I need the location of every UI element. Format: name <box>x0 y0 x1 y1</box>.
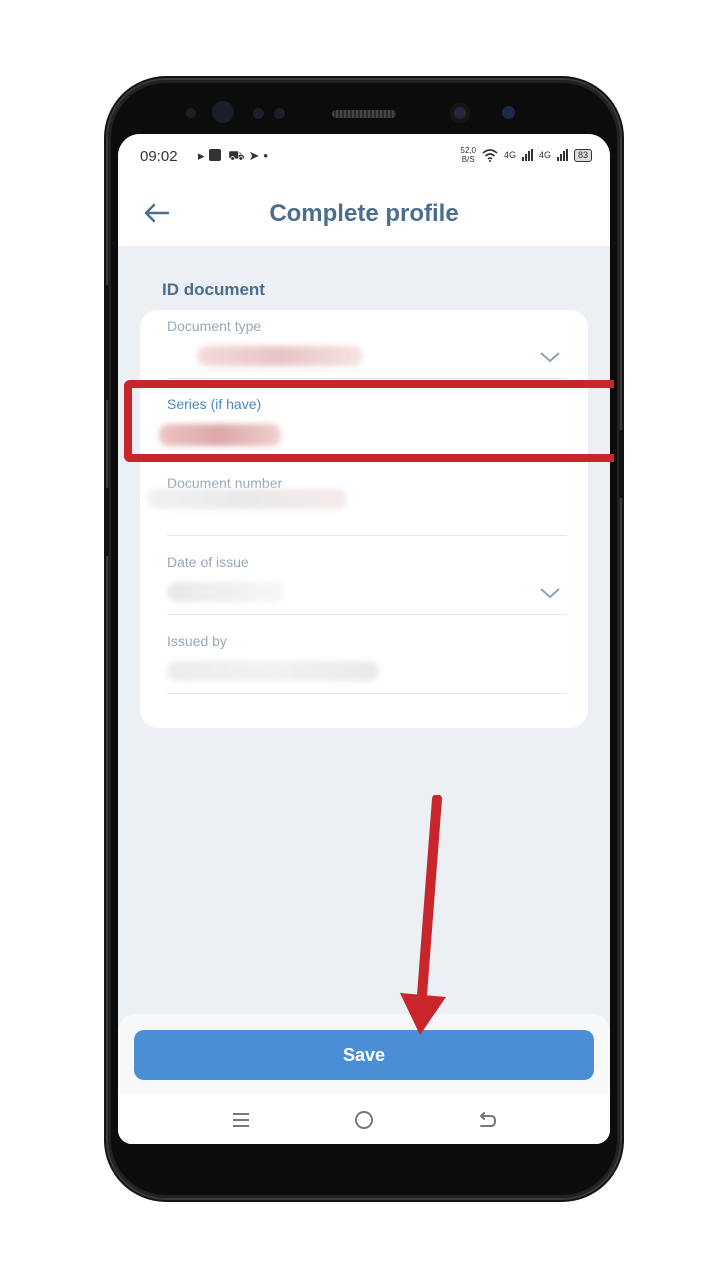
net-speed-unit: B/S <box>461 155 475 164</box>
net-speed-value: 52,0 <box>460 146 476 155</box>
chevron-down-icon[interactable] <box>539 350 561 364</box>
sensor-icon <box>186 108 196 118</box>
wifi-icon <box>482 148 498 162</box>
field-label: Document type <box>167 318 262 334</box>
sensor-icon <box>253 108 264 119</box>
signal-1-label: 4G <box>503 150 516 160</box>
system-nav-bar <box>118 1094 610 1144</box>
field-underline <box>167 693 567 694</box>
cart-icon: ⛟ <box>228 148 249 163</box>
signal-2-label: 4G <box>538 150 551 160</box>
telegram-icon: ➤ <box>248 148 264 163</box>
section-title: ID document <box>162 280 265 299</box>
field-underline <box>167 378 567 379</box>
power-button <box>619 430 624 498</box>
signal-bars-icon <box>556 149 568 161</box>
front-sensor-icon <box>502 106 515 119</box>
date-of-issue-select[interactable]: Date of issue <box>167 554 567 618</box>
redacted-value <box>147 489 347 509</box>
app-bar: Complete profile <box>118 178 610 246</box>
chevron-down-icon[interactable] <box>539 586 561 600</box>
document-number-input[interactable]: Document number <box>147 475 567 539</box>
volume-button <box>104 285 109 400</box>
field-label: Issued by <box>167 633 227 649</box>
document-type-select[interactable]: Document type <box>167 318 567 382</box>
recent-apps-icon[interactable] <box>229 1108 253 1132</box>
home-icon[interactable] <box>352 1108 376 1132</box>
status-bar: 09:02 ▸ ⛟➤• 52,0 B/S 4G 4G 83 <box>118 134 610 178</box>
status-indicators: 52,0 B/S 4G 4G 83 <box>460 146 592 164</box>
front-camera-icon <box>450 103 470 123</box>
dot-icon: • <box>263 148 272 163</box>
id-document-card: Document type Series (if have) Document … <box>140 310 588 728</box>
viber-icon <box>208 149 221 161</box>
redacted-value <box>167 661 379 681</box>
page-title: Complete profile <box>269 200 459 227</box>
status-time: 09:02 <box>140 148 178 165</box>
iris-camera-icon <box>212 101 234 123</box>
highlight-box <box>124 380 614 462</box>
field-label: Date of issue <box>167 554 249 570</box>
notification-app-icon: ▸ <box>198 148 209 163</box>
redacted-value <box>197 346 363 366</box>
field-underline <box>167 535 567 536</box>
save-button[interactable]: Save <box>134 1030 594 1080</box>
notification-icons: ▸ ⛟➤• <box>198 148 272 166</box>
back-nav-icon[interactable] <box>475 1108 499 1132</box>
battery-indicator: 83 <box>573 148 592 162</box>
sensor-icon <box>274 108 285 119</box>
issued-by-input[interactable]: Issued by <box>167 633 567 697</box>
signal-bars-icon <box>521 149 533 161</box>
annotation-arrow-icon <box>400 795 446 1035</box>
redacted-value <box>167 582 285 602</box>
earpiece-speaker <box>332 110 396 118</box>
bixby-button <box>104 488 109 556</box>
app-screen: 09:02 ▸ ⛟➤• 52,0 B/S 4G 4G 83 Complete p… <box>118 134 610 1144</box>
net-speed: 52,0 B/S <box>460 146 476 164</box>
field-underline <box>167 614 567 615</box>
